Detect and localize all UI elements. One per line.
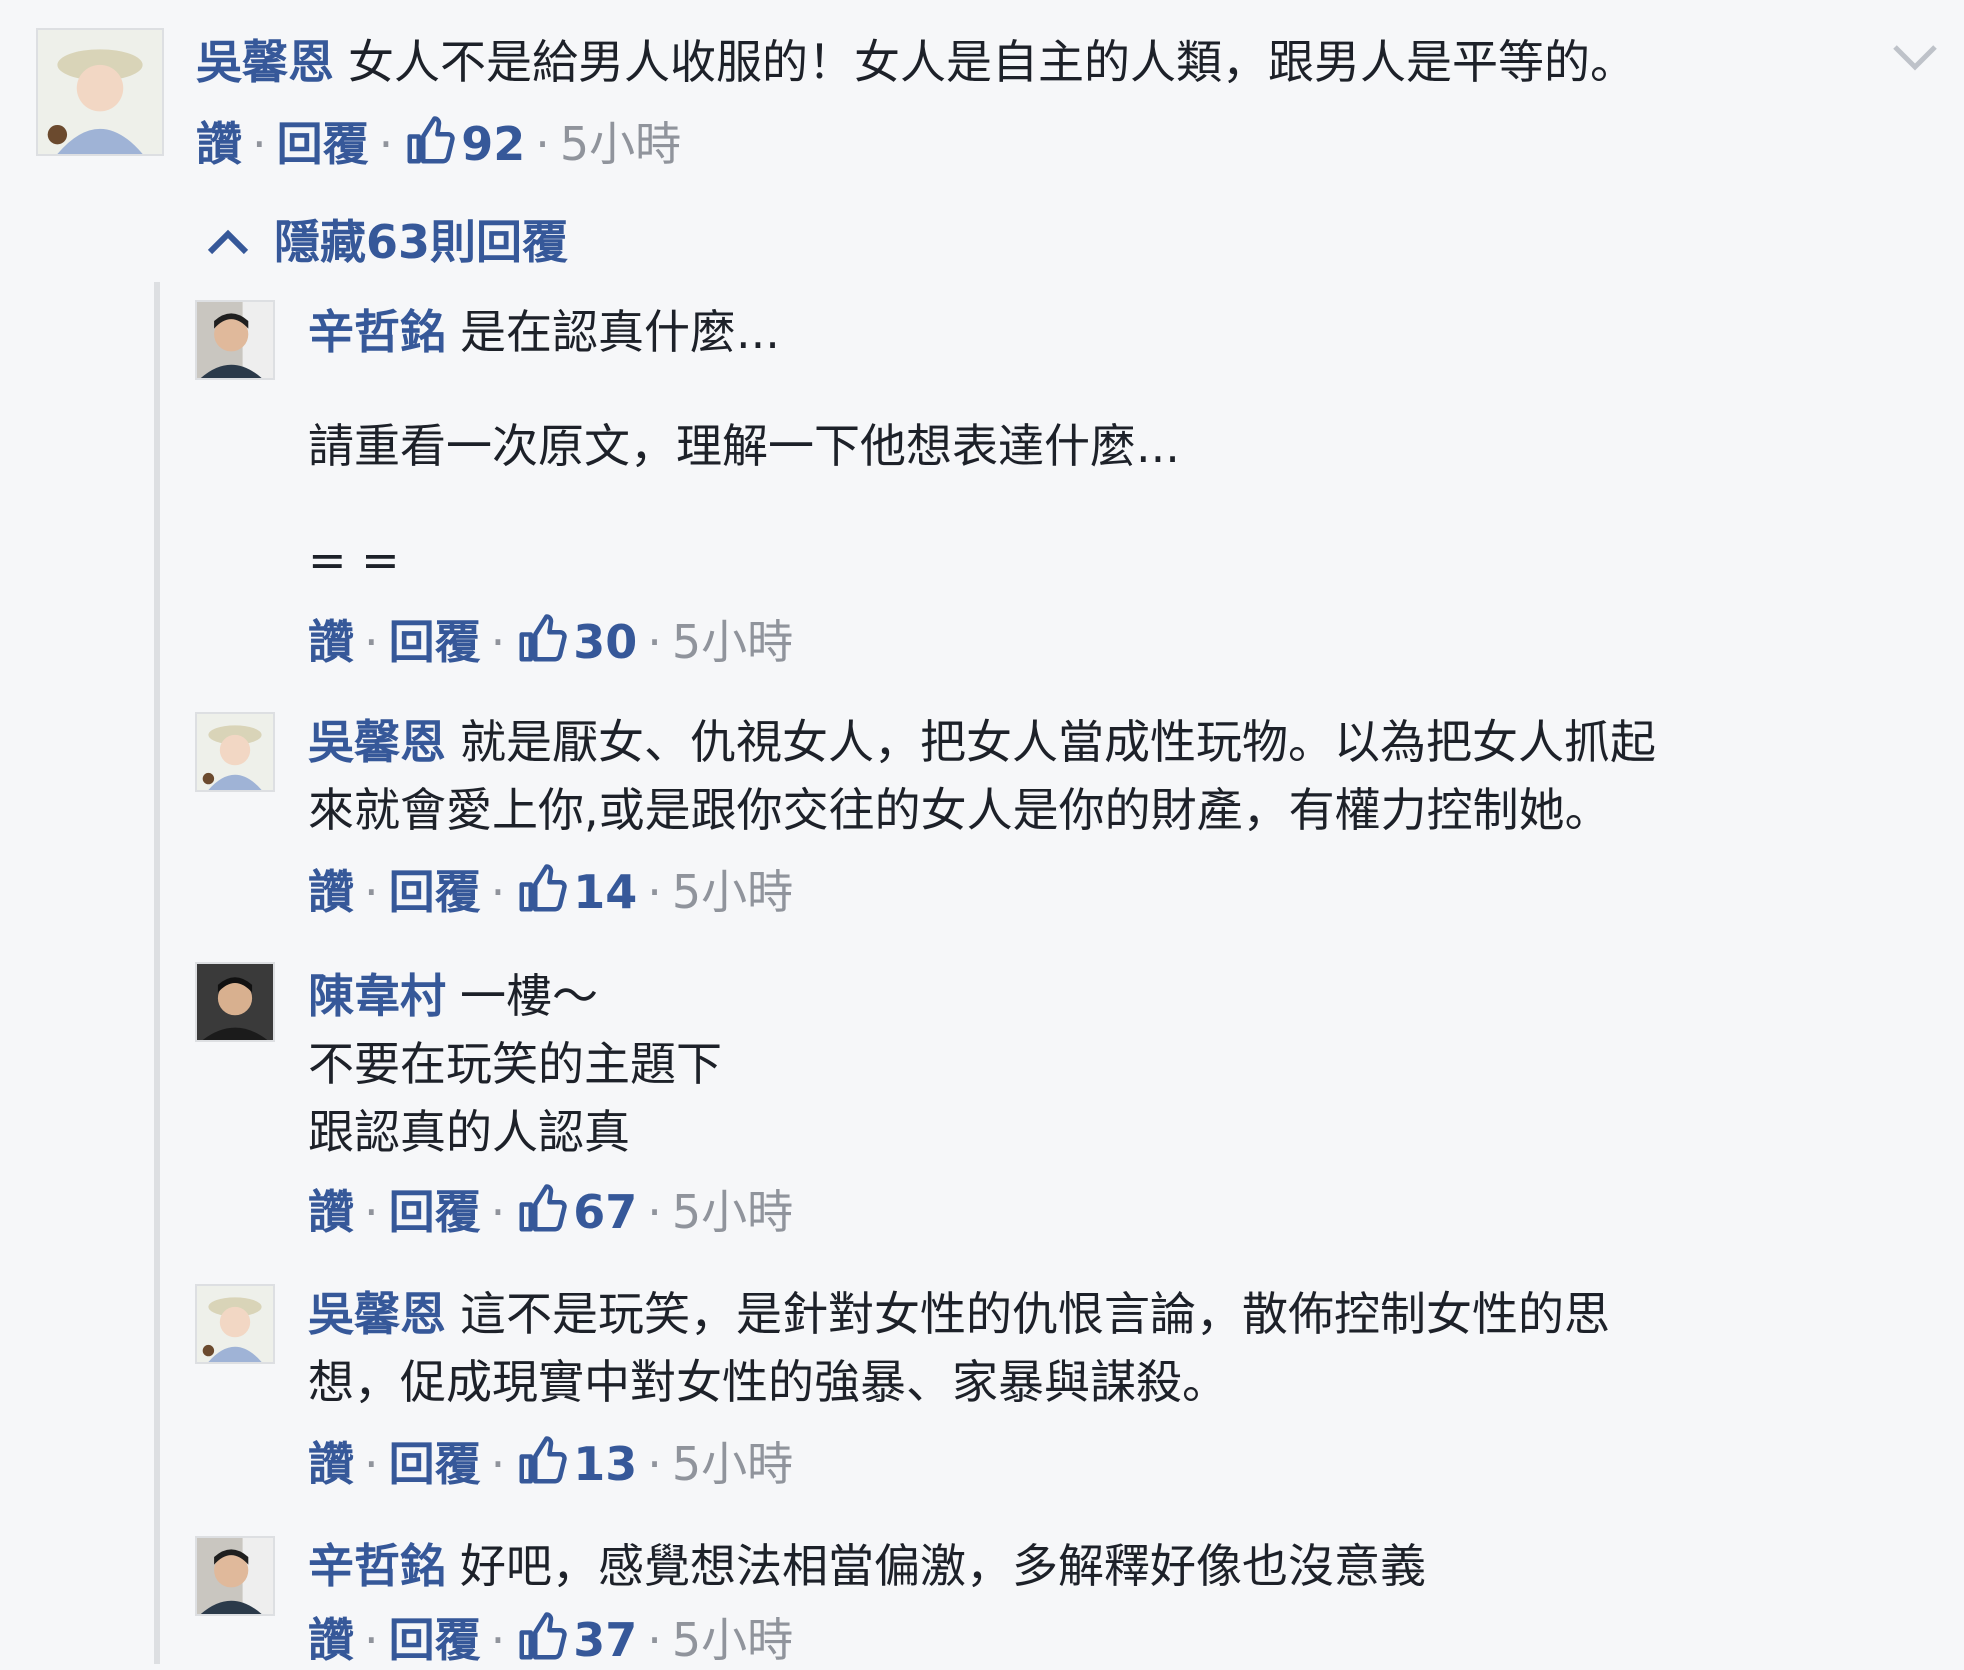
separator: ·	[490, 865, 506, 919]
comment-author[interactable]: 陳韋村	[308, 969, 446, 1023]
separator: ·	[647, 1613, 662, 1667]
timestamp[interactable]: 5小時	[672, 615, 793, 669]
like-link[interactable]: 讚	[308, 865, 354, 919]
avatar[interactable]	[195, 300, 275, 380]
thumbs-up-icon	[407, 116, 455, 164]
separator: ·	[490, 1185, 506, 1239]
comment-text: 是在認真什麼...	[460, 305, 780, 359]
like-link[interactable]: 讚	[196, 117, 242, 171]
separator: ·	[647, 1185, 662, 1239]
comment-text: = =	[308, 533, 400, 587]
reply-link[interactable]: 回覆	[389, 865, 481, 919]
separator: ·	[364, 1185, 379, 1239]
comment-author[interactable]: 辛哲銘	[308, 1539, 446, 1593]
like-count[interactable]: 37	[515, 1612, 637, 1667]
like-count[interactable]: 67	[515, 1184, 637, 1239]
thumbs-up-icon	[519, 864, 567, 912]
separator: ·	[364, 865, 379, 919]
timestamp[interactable]: 5小時	[672, 1613, 793, 1667]
timestamp[interactable]: 5小時	[672, 1185, 793, 1239]
comment-body: 吳馨恩 就是厭女、仇視女人，把女人當成性玩物。以為把女人抓起 來就會愛上你,或是跟…	[308, 708, 1656, 844]
separator: ·	[252, 117, 267, 171]
separator: ·	[378, 117, 394, 171]
comment-text: 不要在玩笑的主題下	[308, 1037, 722, 1091]
reply-link[interactable]: 回覆	[277, 117, 369, 171]
separator: ·	[490, 1613, 506, 1667]
timestamp[interactable]: 5小時	[560, 117, 681, 171]
like-count[interactable]: 13	[515, 1436, 637, 1491]
comment-body: 陳韋村 一樓～ 不要在玩笑的主題下 跟認真的人認真	[308, 962, 722, 1166]
separator: ·	[535, 117, 550, 171]
comment-text: 這不是玩笑，是針對女性的仇恨言論，散佈控制女性的思	[460, 1287, 1610, 1341]
comment-actions: 讚 · 回覆 · 67 · 5小時	[308, 1182, 793, 1242]
avatar[interactable]	[195, 1536, 275, 1616]
like-link[interactable]: 讚	[308, 1185, 354, 1239]
comment-text: 就是厭女、仇視女人，把女人當成性玩物。以為把女人抓起	[460, 715, 1656, 769]
comment-actions: 讚 · 回覆 · 13 · 5小時	[308, 1434, 793, 1494]
reply-link[interactable]: 回覆	[389, 1185, 481, 1239]
comment-text: 請重看一次原文，理解一下他想表達什麼...	[308, 419, 1180, 473]
comment-text: 想，促成現實中對女性的強暴、家暴與謀殺。	[308, 1355, 1228, 1409]
comment-actions: 讚 · 回覆 · 30 · 5小時	[308, 612, 793, 672]
like-count[interactable]: 30	[515, 614, 637, 669]
comment-actions: 讚 · 回覆 · 14 · 5小時	[308, 862, 793, 922]
separator: ·	[490, 615, 506, 669]
reply-link[interactable]: 回覆	[389, 1437, 481, 1491]
chevron-up-icon	[207, 229, 249, 255]
comment-text: 來就會愛上你,或是跟你交往的女人是你的財產，有權力控制她。	[308, 783, 1611, 837]
separator: ·	[364, 1613, 379, 1667]
avatar[interactable]	[195, 962, 275, 1042]
separator: ·	[364, 615, 379, 669]
thumbs-up-icon	[519, 1436, 567, 1484]
thumbs-up-icon	[519, 1184, 567, 1232]
reply-link[interactable]: 回覆	[389, 615, 481, 669]
comment-body: 吳馨恩 這不是玩笑，是針對女性的仇恨言論，散佈控制女性的思 想，促成現實中對女性的…	[308, 1280, 1610, 1416]
hide-replies-toggle[interactable]: 隱藏63則回覆	[206, 212, 568, 272]
comment-author[interactable]: 吳馨恩	[196, 35, 334, 89]
comment-body: 吳馨恩 女人不是給男人收服的！女人是自主的人類，跟男人是平等的。	[196, 28, 1636, 96]
hide-replies-label: 隱藏63則回覆	[274, 215, 569, 269]
comment-text: 跟認真的人認真	[308, 1105, 630, 1159]
thumbs-up-icon	[519, 1612, 567, 1660]
chevron-down-icon[interactable]	[1892, 42, 1938, 72]
comment-line: 吳馨恩 這不是玩笑，是針對女性的仇恨言論，散佈控制女性的思	[308, 1280, 1610, 1348]
comment-body: 辛哲銘 是在認真什麼... 請重看一次原文，理解一下他想表達什麼... = =	[308, 298, 1180, 594]
separator: ·	[647, 1437, 662, 1491]
avatar[interactable]	[195, 1284, 275, 1364]
comment-body: 辛哲銘 好吧，感覺想法相當偏激，多解釋好像也沒意義	[308, 1532, 1426, 1600]
like-count[interactable]: 92	[403, 116, 525, 171]
like-count[interactable]: 14	[515, 864, 637, 919]
timestamp[interactable]: 5小時	[672, 865, 793, 919]
thread-line	[154, 282, 160, 1664]
comment-line: 吳馨恩 就是厭女、仇視女人，把女人當成性玩物。以為把女人抓起	[308, 708, 1656, 776]
comment-actions: 讚 · 回覆 · 92 · 5小時	[196, 114, 681, 174]
comment-text: 好吧，感覺想法相當偏激，多解釋好像也沒意義	[460, 1539, 1426, 1593]
like-link[interactable]: 讚	[308, 1613, 354, 1667]
comment-author[interactable]: 辛哲銘	[308, 305, 446, 359]
timestamp[interactable]: 5小時	[672, 1437, 793, 1491]
like-link[interactable]: 讚	[308, 615, 354, 669]
comment-text: 女人不是給男人收服的！女人是自主的人類，跟男人是平等的。	[348, 35, 1636, 89]
comment-line: 陳韋村 一樓～	[308, 962, 722, 1030]
separator: ·	[490, 1437, 506, 1491]
separator: ·	[364, 1437, 379, 1491]
comment-author[interactable]: 吳馨恩	[308, 1287, 446, 1341]
like-link[interactable]: 讚	[308, 1437, 354, 1491]
comment-line: 辛哲銘 是在認真什麼...	[308, 298, 1180, 366]
avatar[interactable]	[195, 712, 275, 792]
comment-author[interactable]: 吳馨恩	[308, 715, 446, 769]
comment-actions: 讚 · 回覆 · 37 · 5小時	[308, 1610, 793, 1670]
comment-text: 一樓～	[460, 969, 598, 1023]
separator: ·	[647, 865, 662, 919]
avatar[interactable]	[36, 28, 164, 156]
thumbs-up-icon	[519, 614, 567, 662]
comment-line: 辛哲銘 好吧，感覺想法相當偏激，多解釋好像也沒意義	[308, 1532, 1426, 1600]
separator: ·	[647, 615, 662, 669]
reply-link[interactable]: 回覆	[389, 1613, 481, 1667]
